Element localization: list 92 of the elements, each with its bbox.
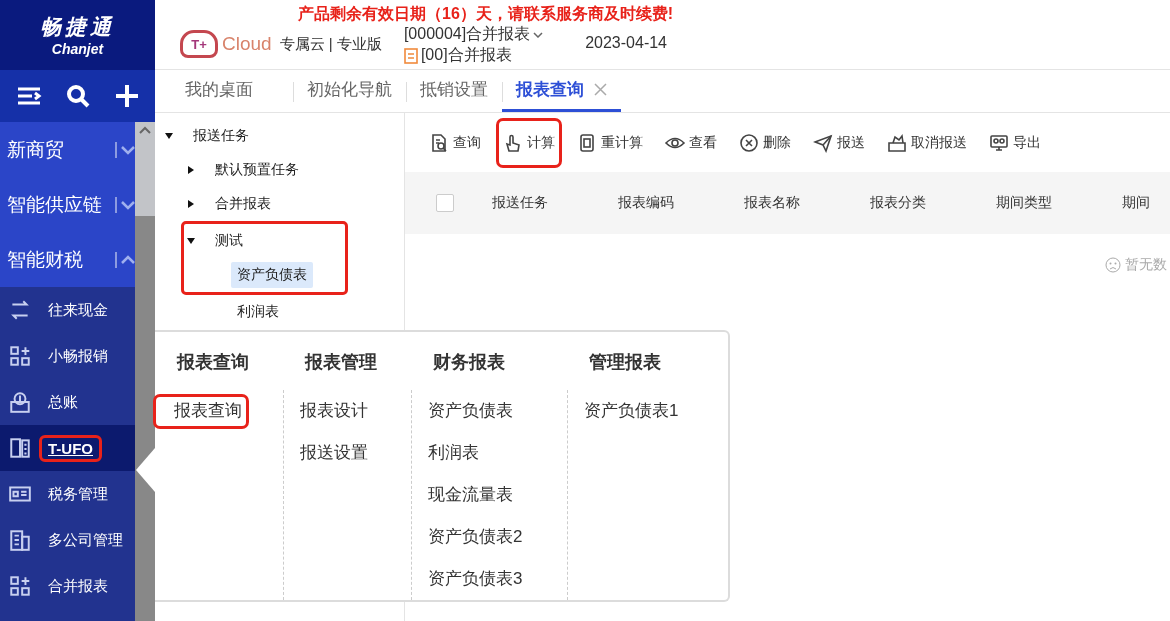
column-header[interactable]: 报表名称 bbox=[744, 194, 870, 212]
logo-subtitle: Chanjet bbox=[51, 41, 104, 57]
item-label: 总账 bbox=[47, 391, 79, 412]
menu-heading: 报表管理 bbox=[303, 351, 378, 374]
toolbar-button[interactable]: 查询 bbox=[425, 128, 485, 157]
chevron-down-icon[interactable] bbox=[121, 144, 135, 155]
sidebar-item[interactable]: 合并报表 bbox=[0, 563, 135, 609]
item-label: 小畅报销 bbox=[47, 345, 109, 366]
toolbar-button[interactable]: 查看 bbox=[661, 128, 721, 157]
item-label: 税务管理 bbox=[47, 483, 109, 504]
toolbar-button[interactable]: 报送 bbox=[809, 128, 869, 157]
caret-right-icon[interactable] bbox=[187, 200, 195, 208]
group-label: 智能财税 bbox=[7, 247, 83, 272]
expiry-notice[interactable]: 产品剩余有效日期（16）天，请联系服务商及时续费! bbox=[298, 4, 674, 25]
logo-text: 畅捷通 bbox=[40, 14, 115, 40]
sidebar-item[interactable]: 往来现金 bbox=[0, 287, 135, 333]
sidebar-item[interactable]: 税务管理 bbox=[0, 471, 135, 517]
menu-heading: 财务报表 bbox=[432, 351, 506, 374]
toolbar-button[interactable]: 重计算 bbox=[573, 128, 647, 157]
column-header[interactable]: 报表编码 bbox=[618, 194, 744, 212]
x-circle-icon bbox=[739, 132, 759, 153]
checkbox[interactable] bbox=[436, 194, 454, 212]
sidebar-item[interactable]: T-UFO bbox=[0, 425, 135, 471]
group-label: 智能供应链 bbox=[7, 192, 102, 217]
item-label: 合并报表 bbox=[47, 575, 109, 596]
sidebar-item[interactable]: 总账 bbox=[0, 379, 135, 425]
toolbar-button[interactable]: 计算 bbox=[499, 120, 559, 165]
tree-item[interactable]: 测试 bbox=[209, 228, 249, 254]
sidebar-item[interactable]: 小畅报销 bbox=[0, 333, 135, 379]
menu-item[interactable]: 报表查询 bbox=[156, 396, 246, 426]
item-label: 往来现金 bbox=[47, 299, 109, 320]
tab[interactable]: 报表查询 bbox=[502, 70, 621, 112]
scrollbar[interactable] bbox=[135, 122, 155, 621]
chevron-up-icon[interactable] bbox=[139, 126, 151, 134]
logo-mark: T+ bbox=[180, 30, 218, 58]
doc-search-icon bbox=[429, 132, 449, 153]
caret-right-icon[interactable] bbox=[187, 166, 195, 174]
item-label: T-UFO bbox=[42, 437, 99, 459]
hand-icon bbox=[503, 132, 523, 153]
menu-item[interactable]: 资产负债表 bbox=[412, 396, 517, 426]
sidebar-group[interactable]: 新商贸 bbox=[0, 122, 135, 177]
column-header[interactable]: 报表分类 bbox=[870, 194, 996, 212]
grid-icon bbox=[8, 574, 32, 598]
menu-item[interactable]: 资产负债表2 bbox=[412, 522, 527, 552]
monitor-icon bbox=[989, 132, 1009, 153]
tab[interactable]: 抵销设置 bbox=[406, 70, 502, 112]
account-set-icon bbox=[403, 47, 418, 64]
company-selector[interactable]: [000004]合并报表 bbox=[403, 24, 531, 45]
caret-down-icon[interactable] bbox=[165, 132, 173, 140]
building-icon bbox=[8, 528, 32, 552]
plus-icon[interactable] bbox=[114, 84, 139, 108]
menu-item[interactable]: 报送设置 bbox=[284, 438, 372, 468]
menu-heading: 管理报表 bbox=[588, 351, 662, 374]
arrows-icon bbox=[8, 298, 32, 322]
column-header[interactable]: 报送任务 bbox=[492, 194, 618, 212]
tree-item[interactable]: 合并报表 bbox=[209, 191, 277, 217]
toolbar-button[interactable]: 取消报送 bbox=[883, 128, 971, 157]
grid-icon bbox=[8, 344, 32, 368]
menu-item[interactable]: 资产负债表1 bbox=[568, 396, 683, 426]
tree-item[interactable]: 报送任务 bbox=[187, 123, 255, 149]
edition-label: 专属云 | 专业版 bbox=[279, 34, 382, 54]
tree-item[interactable]: 默认预置任务 bbox=[209, 157, 305, 183]
column-header[interactable]: 期间类型 bbox=[996, 194, 1122, 212]
group-label: 新商贸 bbox=[7, 137, 64, 162]
toolbar-button[interactable]: 删除 bbox=[735, 128, 795, 157]
account-set: [00]合并报表 bbox=[420, 45, 512, 65]
menu-item[interactable]: 现金流量表 bbox=[412, 480, 517, 510]
sidebar-group[interactable]: 智能供应链 bbox=[0, 177, 135, 232]
sad-face-icon bbox=[1105, 257, 1121, 273]
tree-item[interactable]: 利润表 bbox=[231, 299, 285, 325]
tab[interactable]: 我的桌面 bbox=[171, 70, 267, 112]
caret-icon[interactable] bbox=[533, 31, 544, 38]
menu-item[interactable]: 报表设计 bbox=[284, 396, 372, 426]
menu-item[interactable]: 利润表 bbox=[412, 438, 483, 468]
menu-icon[interactable] bbox=[16, 86, 43, 106]
login-date: 2023-04-14 bbox=[585, 34, 667, 53]
toolbar-button[interactable]: 导出 bbox=[985, 128, 1045, 157]
caret-down-icon[interactable] bbox=[187, 237, 195, 245]
menu-item[interactable]: 资产负债表3 bbox=[412, 564, 527, 594]
tab[interactable]: 初始化导航 bbox=[293, 70, 406, 112]
empty-message: 暂无数 bbox=[1125, 256, 1167, 274]
sidebar-item[interactable]: 多公司管理 bbox=[0, 517, 135, 563]
item-label: 多公司管理 bbox=[47, 529, 124, 550]
chevron-down-icon[interactable] bbox=[121, 199, 135, 210]
search-icon[interactable] bbox=[66, 84, 91, 108]
send-icon bbox=[813, 132, 833, 153]
sidebar-group[interactable]: 智能财税 bbox=[0, 232, 135, 287]
column-header[interactable]: 期间 bbox=[1122, 194, 1170, 212]
menu-heading: 报表查询 bbox=[175, 351, 250, 374]
tree-item[interactable]: 资产负债表 bbox=[231, 262, 313, 288]
logo-text: Cloud bbox=[222, 33, 272, 55]
calc-icon bbox=[577, 132, 597, 153]
